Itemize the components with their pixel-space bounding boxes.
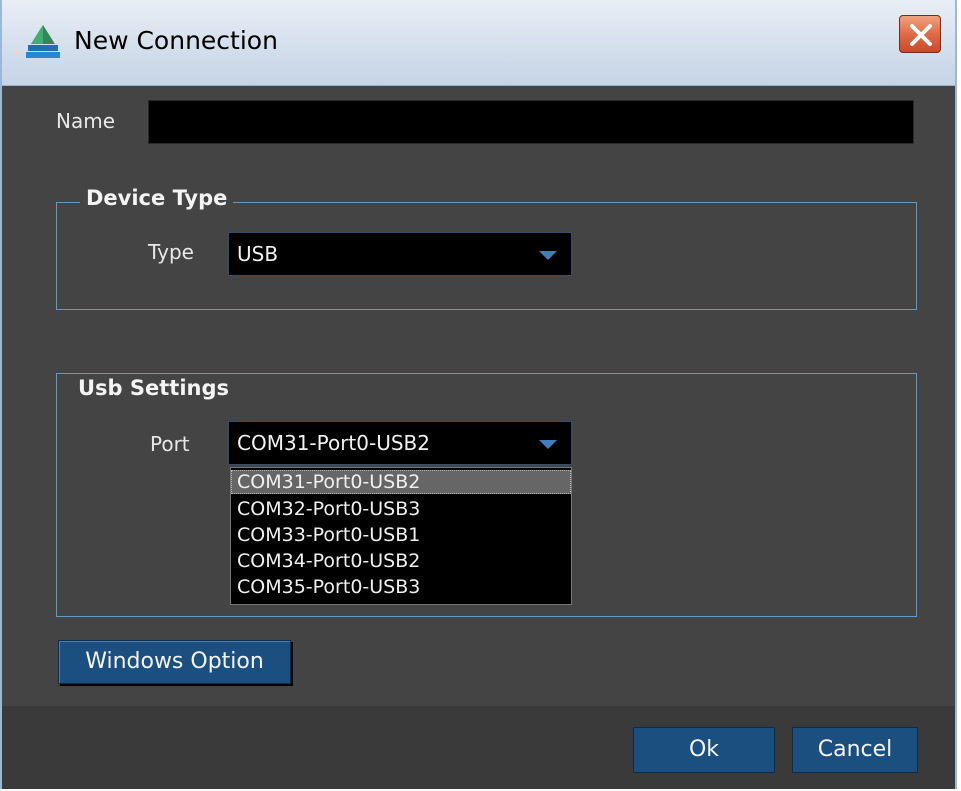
name-input[interactable] <box>148 100 914 144</box>
port-select-value: COM31-Port0-USB2 <box>237 431 430 455</box>
ok-button[interactable]: Ok <box>633 727 775 773</box>
close-button[interactable] <box>899 15 941 53</box>
close-icon <box>910 24 932 46</box>
title-bar[interactable]: New Connection <box>2 0 955 86</box>
port-option[interactable]: COM34-Port0-USB2 <box>231 549 571 573</box>
port-select[interactable]: COM31-Port0-USB2 <box>228 421 572 465</box>
port-dropdown-list: COM31-Port0-USB2 COM32-Port0-USB3 COM33-… <box>230 467 572 605</box>
port-option[interactable]: COM33-Port0-USB1 <box>231 523 571 547</box>
ship-app-icon <box>26 25 60 58</box>
port-option[interactable]: COM35-Port0-USB3 <box>231 575 571 599</box>
type-select[interactable]: USB <box>228 232 572 276</box>
chevron-down-icon[interactable] <box>539 440 557 449</box>
port-label: Port <box>150 432 190 456</box>
device-type-title: Device Type <box>80 186 234 210</box>
port-option[interactable]: COM32-Port0-USB3 <box>231 497 571 521</box>
type-label: Type <box>148 240 194 264</box>
windows-option-button[interactable]: Windows Option <box>58 640 291 684</box>
name-label: Name <box>56 109 116 133</box>
port-option[interactable]: COM31-Port0-USB2 <box>231 470 571 494</box>
window-title: New Connection <box>74 26 278 55</box>
type-select-value: USB <box>237 242 279 266</box>
chevron-down-icon[interactable] <box>539 251 557 260</box>
cancel-button[interactable]: Cancel <box>792 727 918 773</box>
usb-settings-title: Usb Settings <box>72 376 236 400</box>
new-connection-dialog: New Connection Name Device Type Type USB… <box>0 0 957 789</box>
